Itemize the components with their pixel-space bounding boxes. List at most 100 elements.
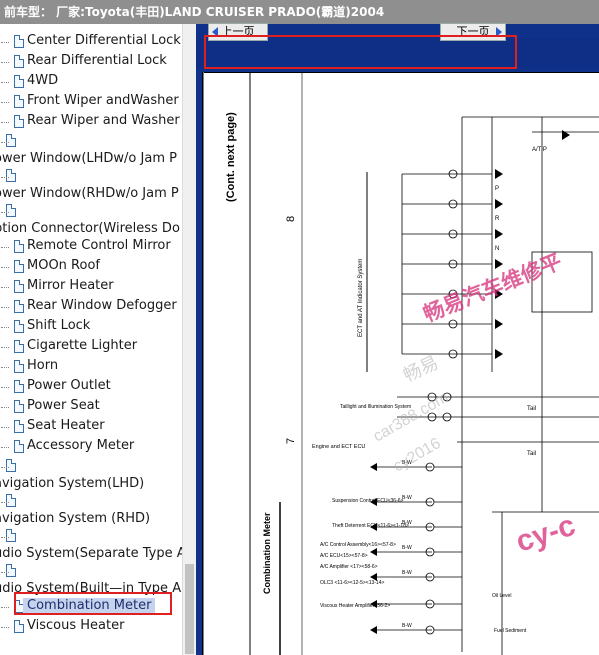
tree-connector-line bbox=[1, 367, 9, 368]
tree-item[interactable]: ower Window(LHDw/o Jam P bbox=[0, 150, 182, 167]
tree-item-label: ower Window(LHDw/o Jam P bbox=[0, 151, 177, 166]
tree-item-label: Shift Lock bbox=[27, 318, 91, 333]
document-icon bbox=[14, 75, 24, 88]
scrollbar-thumb[interactable] bbox=[185, 564, 194, 654]
tree-item[interactable]: avigation System (RHD) bbox=[0, 510, 182, 527]
tree-folder-row[interactable] bbox=[0, 527, 182, 545]
tree-folder-row[interactable] bbox=[0, 202, 182, 220]
tree-item[interactable]: Cigarette Lighter bbox=[0, 337, 182, 357]
tree-connector-line bbox=[1, 467, 9, 468]
tree-item-label: ower Window(RHDw/o Jam P bbox=[0, 186, 179, 201]
tree-folder-row[interactable] bbox=[0, 562, 182, 580]
selection-highlight-box bbox=[14, 592, 172, 615]
tree-item[interactable]: MOOn Roof bbox=[0, 257, 182, 277]
document-icon bbox=[6, 134, 16, 147]
tree-item-label: Rear Window Defogger bbox=[27, 298, 177, 313]
watermark-1: 畅易汽车维修平 bbox=[420, 249, 565, 326]
tree-item-label: Viscous Heater bbox=[27, 618, 125, 633]
tree-item[interactable]: ower Window(RHDw/o Jam P bbox=[0, 185, 182, 202]
tree-item-label: ption Connector(Wireless Do bbox=[0, 221, 180, 236]
document-icon bbox=[14, 240, 24, 253]
tree-folder-row[interactable] bbox=[0, 492, 182, 510]
sidebar-tree: Center Differential Lock Rear Differentia… bbox=[0, 24, 196, 655]
section-label: Combination Meter bbox=[262, 512, 272, 594]
tree-connector-line bbox=[1, 447, 9, 448]
tree-item[interactable]: Remote Control Mirror bbox=[0, 237, 182, 257]
tree-folder-row[interactable] bbox=[0, 132, 182, 150]
tree-item-label: Seat Heater bbox=[27, 418, 105, 433]
tree-item[interactable]: udio System(Separate Type A bbox=[0, 545, 186, 562]
tree-item-label: avigation System (RHD) bbox=[0, 511, 151, 526]
tree-connector-line bbox=[1, 102, 9, 103]
watermark-2: 畅易 bbox=[400, 352, 441, 385]
tree-item-label: 4WD bbox=[27, 73, 59, 88]
document-icon bbox=[14, 260, 24, 273]
tree-connector-line bbox=[1, 407, 9, 408]
tree-item[interactable]: Mirror Heater bbox=[0, 277, 182, 297]
tree-list: Center Differential Lock Rear Differentia… bbox=[0, 32, 186, 637]
tree-connector-line bbox=[1, 42, 9, 43]
tree-folder-row[interactable] bbox=[0, 457, 182, 475]
tree-item-label: Rear Wiper and Washer bbox=[27, 113, 180, 128]
document-icon bbox=[14, 95, 24, 108]
label-taillight: Taillight and Illumination System bbox=[340, 404, 411, 410]
document-icon bbox=[14, 55, 24, 68]
tree-item-label: Center Differential Lock bbox=[27, 33, 181, 48]
document-icon bbox=[14, 400, 24, 413]
document-icon bbox=[14, 620, 24, 633]
tree-connector-line bbox=[1, 537, 9, 538]
tree-item[interactable]: Horn bbox=[0, 357, 182, 377]
tree-item-label: Front Wiper andWasher bbox=[27, 93, 179, 108]
tree-folder-row[interactable] bbox=[0, 167, 182, 185]
document-icon bbox=[6, 529, 16, 542]
wire-label-4: B-W bbox=[402, 545, 412, 551]
tree-connector-line bbox=[1, 287, 9, 288]
column-number-7: 7 bbox=[285, 438, 297, 444]
tree-item-label: Horn bbox=[27, 358, 59, 373]
tree-item[interactable]: Rear Wiper and Washer bbox=[0, 112, 182, 132]
document-icon bbox=[14, 340, 24, 353]
tree-item[interactable]: 4WD bbox=[0, 72, 182, 92]
tree-item[interactable]: Viscous Heater bbox=[0, 617, 182, 637]
tree-connector-line bbox=[1, 307, 9, 308]
tree-connector-line bbox=[1, 247, 9, 248]
label-oil-level: Oil Level bbox=[492, 593, 511, 599]
label-theft: Theft Deterrent ECU<11-6><1-18> bbox=[332, 523, 409, 529]
watermark-4: cy2016 bbox=[391, 435, 444, 476]
label-fuel-sediment: Fuel Sediment bbox=[494, 628, 527, 634]
tree-connector-line bbox=[1, 327, 9, 328]
tree-item-label: Remote Control Mirror bbox=[27, 238, 171, 253]
tree-connector-line bbox=[1, 572, 9, 573]
document-icon bbox=[14, 35, 24, 48]
tree-item-label: Power Seat bbox=[27, 398, 100, 413]
tree-connector-line bbox=[1, 177, 9, 178]
tree-item-label: MOOn Roof bbox=[27, 258, 100, 273]
tree-item[interactable]: ption Connector(Wireless Do bbox=[0, 220, 182, 237]
document-icon bbox=[14, 300, 24, 313]
label-p: P bbox=[495, 186, 499, 192]
tree-item[interactable]: Front Wiper andWasher bbox=[0, 92, 182, 112]
document-icon bbox=[14, 420, 24, 433]
sidebar-scrollbar[interactable] bbox=[182, 24, 196, 655]
tree-item[interactable]: Power Outlet bbox=[0, 377, 182, 397]
tree-connector-line bbox=[1, 427, 9, 428]
label-ac-amplifier: A/C Amplifier <17><58-6> bbox=[320, 564, 378, 570]
tree-item[interactable]: Shift Lock bbox=[0, 317, 182, 337]
tree-item[interactable]: avigation System(LHD) bbox=[0, 475, 182, 492]
column-number-8: 8 bbox=[285, 216, 297, 222]
tree-connector-line bbox=[1, 607, 9, 608]
tree-item[interactable]: Center Differential Lock bbox=[0, 32, 182, 52]
tree-item[interactable]: Power Seat bbox=[0, 397, 182, 417]
tree-connector-line bbox=[1, 627, 9, 628]
tree-item-label: Accessory Meter bbox=[27, 438, 135, 453]
tree-item[interactable]: Seat Heater bbox=[0, 417, 182, 437]
tree-item[interactable]: Rear Differential Lock bbox=[0, 52, 182, 72]
label-ect-indicator: ECT and AT Indicator System bbox=[358, 259, 364, 337]
tree-connector-line bbox=[1, 82, 9, 83]
wiring-diagram-svg: (Cont. next page) 8 7 Combination Meter … bbox=[202, 72, 599, 655]
tree-item[interactable]: Rear Window Defogger bbox=[0, 297, 182, 317]
tree-item[interactable]: Accessory Meter bbox=[0, 437, 182, 457]
document-icon bbox=[6, 204, 16, 217]
tree-item-label: Power Outlet bbox=[27, 378, 111, 393]
document-icon bbox=[14, 320, 24, 333]
